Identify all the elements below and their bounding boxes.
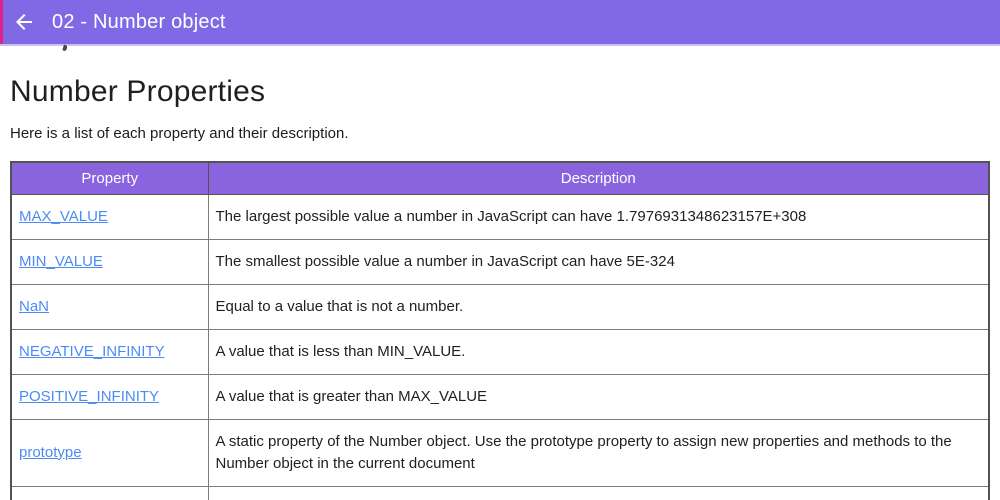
property-link-nan[interactable]: NaN [19, 298, 49, 315]
property-link-positive-infinity[interactable]: POSITIVE_INFINITY [19, 388, 159, 405]
column-header-property: Property [10, 161, 209, 195]
description-cell: The largest possible value a number in J… [207, 193, 990, 240]
page-title: Number Properties [10, 75, 266, 108]
app-bar-title: 02 - Number object [52, 10, 226, 33]
property-link-negative-infinity[interactable]: NEGATIVE_INFINITY [19, 343, 165, 360]
table-row: prototype A static property of the Numbe… [10, 418, 990, 487]
description-cell: The smallest possible value a number in … [207, 238, 990, 285]
table-row: NEGATIVE_INFINITY A value that is less t… [10, 328, 990, 375]
property-link-min-value[interactable]: MIN_VALUE [19, 253, 103, 270]
property-link-max-value[interactable]: MAX_VALUE [19, 208, 108, 225]
property-link-prototype[interactable]: prototype [19, 444, 82, 461]
arrow-left-icon [12, 10, 36, 34]
table-row: NaN Equal to a value that is not a numbe… [10, 283, 990, 330]
table-row: MAX_VALUE The largest possible value a n… [10, 193, 990, 240]
intro-text: Here is a list of each property and thei… [10, 125, 349, 142]
screen-edge-strip [0, 0, 3, 44]
document-body: Number Properties Here is a list of each… [0, 46, 1000, 500]
description-cell: Returns the function that created this o… [207, 485, 990, 500]
app-bar: 02 - Number object [0, 0, 1000, 44]
table-row: MIN_VALUE The smallest possible value a … [10, 238, 990, 285]
description-cell: Equal to a value that is not a number. [207, 283, 990, 330]
description-cell: A value that is greater than MAX_VALUE [207, 373, 990, 420]
description-cell: A value that is less than MIN_VALUE. [207, 328, 990, 375]
properties-table: Property Description MAX_VALUE The large… [10, 161, 990, 500]
back-button[interactable] [2, 0, 46, 44]
description-cell: A static property of the Number object. … [207, 418, 990, 487]
column-header-description: Description [207, 161, 990, 195]
table-row: POSITIVE_INFINITY A value that is greate… [10, 373, 990, 420]
table-row: constructor Returns the function that cr… [10, 485, 990, 500]
table-header-row: Property Description [10, 161, 990, 195]
